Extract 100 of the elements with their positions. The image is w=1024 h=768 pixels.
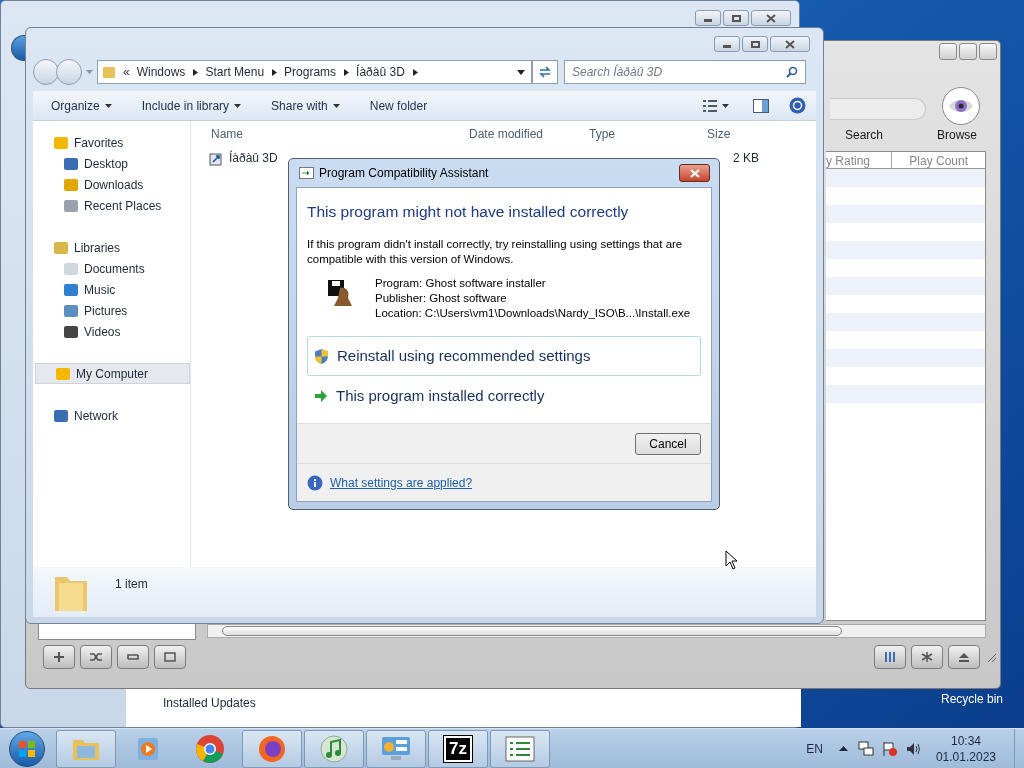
column-header[interactable]: Type (587, 125, 705, 143)
column-header[interactable]: Play Count (892, 152, 972, 168)
command-link[interactable]: This program installed correctly (307, 376, 701, 417)
nav-item[interactable]: Recent Places (33, 195, 190, 216)
caret-icon (332, 103, 340, 108)
toolbar-button[interactable]: Organize (51, 96, 112, 115)
visualizer-button[interactable] (911, 645, 943, 669)
network-icon[interactable] (857, 740, 874, 757)
nav-icon (63, 260, 79, 277)
search-label: Search (844, 127, 883, 144)
language-indicator[interactable]: EN (806, 739, 823, 758)
chevron-icon[interactable] (272, 68, 278, 76)
toolbar-button[interactable]: Share with (271, 96, 340, 115)
nav-item[interactable]: Downloads (33, 174, 190, 195)
close-icon (785, 39, 795, 49)
breadcrumb-item[interactable]: Íàðàû 3D (356, 63, 405, 81)
nav-item[interactable]: Libraries (33, 237, 190, 258)
app-logo: 7z (444, 735, 472, 762)
search-field[interactable]: Search Íàðàû 3D (564, 60, 806, 84)
start-button[interactable] (9, 730, 45, 767)
plus-icon (52, 651, 66, 663)
nav-icon (55, 365, 71, 382)
plus-button[interactable] (43, 645, 75, 669)
minimize-button[interactable] (939, 43, 957, 60)
column-header[interactable]: Date modified (467, 125, 587, 143)
nav-item[interactable]: My Computer (35, 363, 190, 384)
nav-item[interactable]: Network (33, 405, 190, 426)
nav-item[interactable]: Desktop (33, 153, 190, 174)
address-bar[interactable]: « Windows Start Menu Programs Íàðàû 3D (97, 60, 532, 84)
shield-icon (314, 347, 329, 365)
nav-item[interactable]: Videos (33, 321, 190, 342)
windows-logo-icon (18, 739, 36, 758)
dialog-title: Program Compatibility Assistant (319, 165, 490, 182)
show-hidden-icons-icon[interactable] (838, 746, 848, 751)
list-item[interactable]: Installed Updates (163, 696, 256, 710)
close-button[interactable] (679, 164, 710, 182)
caret-icon (234, 103, 242, 108)
program-detail: Program: Ghost software installer (375, 276, 547, 292)
minimize-button[interactable] (714, 36, 740, 52)
nav-icon (63, 323, 79, 340)
breadcrumb-item[interactable]: Windows (136, 63, 186, 81)
minimize-button[interactable] (695, 10, 721, 26)
desktop-icon-label[interactable]: Recycle bin (941, 690, 1003, 708)
preview-pane-icon[interactable] (753, 98, 769, 113)
eye-icon (948, 97, 974, 115)
browse-label: Browse (937, 127, 977, 144)
nav-item[interactable]: Pictures (33, 300, 190, 321)
view-icon[interactable] (703, 99, 717, 112)
column-header[interactable]: Size (705, 125, 765, 143)
maximize-button[interactable] (742, 36, 768, 52)
caret-icon[interactable] (517, 69, 525, 75)
taskbar-button[interactable] (490, 729, 550, 768)
toolbar-button[interactable]: New folder (369, 96, 428, 115)
shuffle-button[interactable] (80, 645, 112, 669)
browse-button[interactable] (942, 87, 980, 125)
help-link[interactable]: What settings are applied? (330, 473, 473, 492)
search-field[interactable] (830, 98, 926, 120)
refresh-button[interactable] (532, 60, 558, 84)
cancel-button[interactable]: Cancel (635, 432, 701, 455)
breadcrumb-item[interactable]: « (123, 63, 130, 81)
equalizer-icon (883, 651, 897, 663)
maximize-button[interactable] (723, 10, 749, 26)
breadcrumb-item[interactable]: Programs (284, 63, 337, 81)
column-header[interactable]: Name (209, 125, 467, 143)
refresh-icon (538, 66, 552, 78)
close-button[interactable] (751, 10, 791, 26)
chevron-icon[interactable] (412, 68, 418, 76)
taskbar-button[interactable] (242, 729, 302, 768)
equalizer-button[interactable] (874, 645, 906, 669)
breadcrumb-item[interactable]: Start Menu (205, 63, 265, 81)
taskbar-button[interactable] (304, 729, 364, 768)
flag-icon[interactable] (881, 740, 898, 757)
nav-icon (63, 176, 79, 193)
taskbar-button[interactable]: 7z (428, 729, 488, 768)
caret-icon (104, 103, 112, 108)
file-name[interactable]: Íàðàû 3D (229, 149, 278, 167)
taskbar-button[interactable] (366, 729, 426, 768)
nav-item[interactable]: Favorites (33, 132, 190, 153)
maximize-button[interactable] (959, 43, 977, 60)
chevron-icon[interactable] (193, 68, 199, 76)
artwork-button[interactable] (154, 645, 186, 669)
clock[interactable]: 10:34 01.01.2023 (935, 732, 996, 765)
help-icon[interactable] (789, 97, 806, 114)
toolbar-button[interactable]: Include in library (141, 96, 242, 115)
repeat-button[interactable] (117, 645, 149, 669)
nav-item[interactable]: Documents (33, 258, 190, 279)
file-size: 2 KB (732, 150, 760, 167)
resize-grip-icon[interactable] (985, 651, 997, 663)
arrow-icon (314, 389, 328, 404)
caret-icon (722, 103, 729, 108)
command-link[interactable]: Reinstall using recommended settings (307, 336, 701, 377)
column-header[interactable]: y Rating (826, 152, 892, 168)
app-icon (299, 167, 314, 179)
close-button[interactable] (770, 36, 810, 52)
eject-button[interactable] (948, 645, 980, 669)
horizontal-scrollbar[interactable] (207, 624, 986, 638)
program-detail: Location: C:\Users\vm1\Downloads\Nardy_ISO\B...\Install.exe (375, 306, 691, 322)
nav-item[interactable]: Music (33, 279, 190, 300)
chevron-icon[interactable] (344, 68, 350, 76)
nav-icon (63, 281, 79, 298)
